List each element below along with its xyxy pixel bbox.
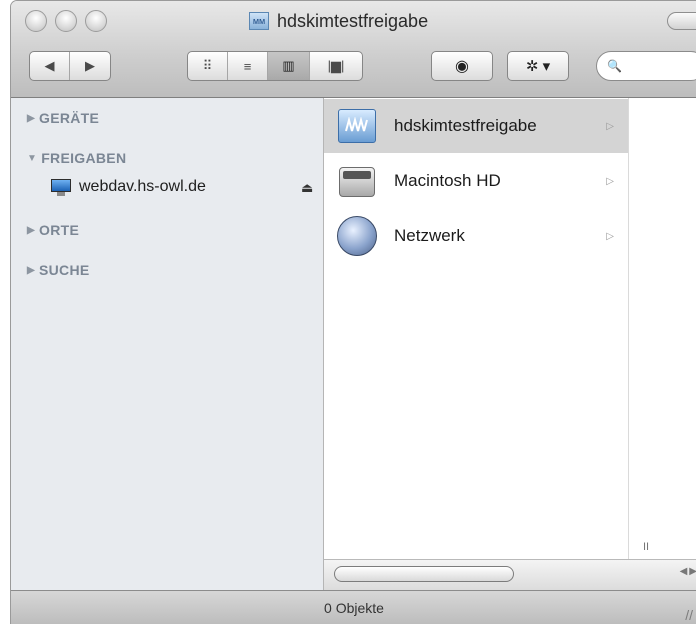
sidebar-group-suche[interactable]: ▶ SUCHE (27, 262, 90, 278)
disclosure-triangle-icon: ▶ (27, 264, 35, 276)
network-share-icon: ᴍᴍ (249, 12, 269, 30)
toolbar: ᴍᴍ hdskimtestfreigabe ◀ ▶ ⠿ ≡ ▥ |▆| ◉ ✲ … (11, 1, 696, 98)
sidebar-item-label: webdav.hs-owl.de (79, 178, 206, 195)
sidebar-group-geraete[interactable]: ▶ GERÄTE (27, 110, 99, 126)
column-view-button[interactable]: ▥ (268, 52, 310, 80)
list-item[interactable]: Macintosh HD ▷ (324, 154, 628, 208)
resize-grip-icon[interactable]: // (685, 607, 693, 623)
eject-icon[interactable]: ⏏ (301, 180, 313, 196)
icon-view-icon: ⠿ (202, 58, 213, 73)
toolbar-toggle-button[interactable] (667, 12, 696, 30)
sidebar-group-label: ORTE (39, 222, 80, 238)
eye-icon: ◉ (455, 58, 469, 75)
quick-look-button[interactable]: ◉ (431, 51, 493, 81)
disclosure-triangle-icon: ▶ (27, 112, 35, 124)
item-label: Macintosh HD (394, 171, 501, 190)
coverflow-view-icon: |▆| (327, 58, 345, 73)
minimize-button[interactable] (55, 10, 77, 32)
scroll-left-icon[interactable]: ◀ (680, 566, 688, 577)
disclosure-triangle-icon: ▶ (27, 224, 35, 236)
forward-button[interactable]: ▶ (70, 52, 110, 80)
sidebar-group-label: SUCHE (39, 262, 90, 278)
column-view-icon: ▥ (282, 58, 295, 73)
network-share-icon (338, 109, 376, 143)
sidebar: ▶ GERÄTE ▼ FREIGABEN ▶ ORTE ▶ SUCHE (11, 98, 324, 590)
disclosure-arrow-icon: ▷ (606, 230, 614, 242)
search-icon: 🔍 (607, 59, 622, 73)
window-title-label: hdskimtestfreigabe (277, 10, 429, 31)
sidebar-item-webdav[interactable]: webdav.hs-owl.de (51, 178, 206, 196)
coverflow-view-button[interactable]: |▆| (310, 52, 362, 80)
column-resize-handle[interactable]: II (643, 541, 649, 553)
close-button[interactable] (25, 10, 47, 32)
list-view-button[interactable]: ≡ (228, 52, 268, 80)
disclosure-triangle-icon: ▼ (27, 152, 38, 164)
back-button[interactable]: ◀ (30, 52, 71, 80)
window-title: ᴍᴍ hdskimtestfreigabe (249, 8, 428, 34)
back-forward-control: ◀ ▶ (29, 51, 111, 81)
status-bar: 0 Objekte // (11, 590, 696, 624)
icon-view-button[interactable]: ⠿ (188, 52, 228, 80)
scrollbar-thumb[interactable] (334, 566, 514, 582)
gear-icon: ✲ ▾ (525, 58, 551, 75)
hard-disk-icon (337, 161, 377, 201)
zoom-button[interactable] (85, 10, 107, 32)
item-label: Netzwerk (394, 226, 465, 245)
scroll-arrows[interactable]: ◀▶ (680, 566, 696, 577)
list-item[interactable]: Netzwerk ▷ (324, 209, 628, 263)
forward-arrow-icon: ▶ (85, 58, 95, 73)
back-arrow-icon: ◀ (44, 58, 55, 73)
list-view-icon: ≡ (243, 58, 252, 74)
finder-window: ᴍᴍ hdskimtestfreigabe ◀ ▶ ⠿ ≡ ▥ |▆| ◉ ✲ … (10, 0, 696, 624)
disclosure-arrow-icon: ▷ (606, 120, 614, 132)
action-menu-button[interactable]: ✲ ▾ (507, 51, 569, 81)
status-text: 0 Objekte (324, 600, 384, 616)
disclosure-arrow-icon: ▷ (606, 175, 614, 187)
sidebar-group-label: FREIGABEN (41, 150, 127, 166)
sidebar-group-label: GERÄTE (39, 110, 100, 126)
item-label: hdskimtestfreigabe (394, 116, 537, 135)
scroll-right-icon[interactable]: ▶ (689, 566, 696, 577)
sidebar-group-orte[interactable]: ▶ ORTE (27, 222, 79, 238)
search-field[interactable]: 🔍 (596, 51, 696, 81)
browser-column-2 (629, 98, 696, 559)
browser-column-1: hdskimtestfreigabe ▷ Macintosh HD ▷ Netz… (324, 98, 629, 559)
sidebar-group-freigaben[interactable]: ▼ FREIGABEN (27, 150, 126, 166)
monitor-icon (51, 178, 71, 196)
view-mode-control: ⠿ ≡ ▥ |▆| (187, 51, 363, 81)
network-globe-icon (337, 216, 377, 256)
horizontal-scrollbar[interactable]: ◀▶ (324, 559, 696, 590)
list-item[interactable]: hdskimtestfreigabe ▷ (324, 99, 628, 153)
